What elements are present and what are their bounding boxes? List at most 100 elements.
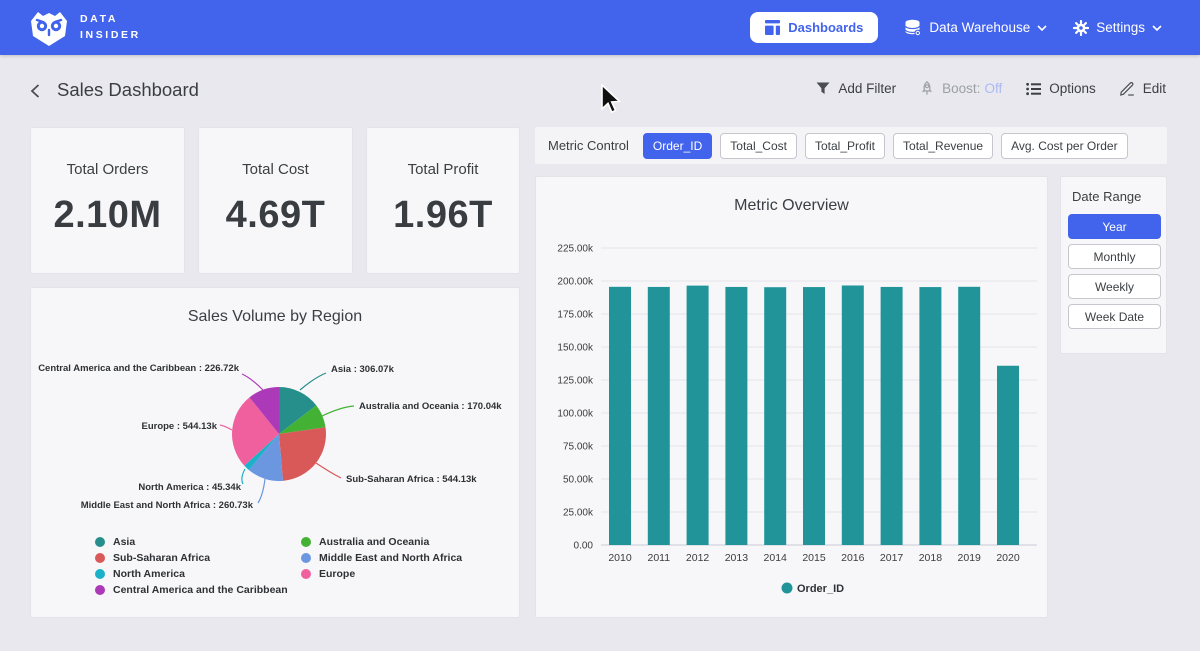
x-tick-label: 2016 [841, 552, 865, 564]
y-tick-label: 0.00 [574, 541, 594, 552]
options-label: Options [1049, 81, 1096, 96]
legend-item-north-america[interactable]: North America [95, 568, 291, 580]
pie-label-line [300, 373, 326, 390]
bar-chart-title: Metric Overview [536, 177, 1047, 215]
kpi-card-total-profit: Total Profit 1.96T [366, 127, 520, 274]
bar-2010[interactable] [609, 287, 631, 545]
data-warehouse-label: Data Warehouse [929, 20, 1030, 35]
bar-chart-legend[interactable]: Order_ID [782, 583, 845, 596]
y-tick-label: 75.00k [563, 442, 594, 453]
bar-2020[interactable] [997, 366, 1019, 545]
boost-label: Boost: [942, 81, 980, 96]
legend-dot [95, 585, 105, 595]
header-toolbar: Add Filter Boost: Off Options [816, 81, 1166, 96]
options-button[interactable]: Options [1026, 81, 1096, 96]
gear-icon [1073, 20, 1089, 36]
metric-button-total-revenue[interactable]: Total_Revenue [893, 133, 993, 159]
pie-label-line [322, 406, 354, 416]
page-header: Sales Dashboard Add Filter Boost: Off [0, 55, 1200, 117]
y-tick-label: 225.00k [557, 244, 594, 255]
x-tick-label: 2018 [919, 552, 943, 564]
x-tick-label: 2012 [686, 552, 710, 564]
settings-menu[interactable]: Settings [1073, 20, 1162, 36]
x-tick-label: 2011 [648, 552, 671, 564]
boost-state: Off [984, 81, 1002, 96]
metric-button-total-profit[interactable]: Total_Profit [805, 133, 885, 159]
bar-2012[interactable] [687, 286, 709, 545]
legend-item-middle-east-and-north-africa[interactable]: Middle East and North Africa [301, 552, 462, 564]
bar-2015[interactable] [803, 287, 825, 545]
pie-slice-label: North America : 45.34k [138, 482, 241, 493]
metric-button-avg-cost-per-order[interactable]: Avg. Cost per Order [1001, 133, 1128, 159]
pie-slice-sub-saharan-africa[interactable] [279, 427, 326, 481]
list-options-icon [1026, 82, 1041, 96]
pie-chart-title: Sales Volume by Region [31, 288, 519, 326]
dashboards-button[interactable]: Dashboards [750, 12, 878, 43]
kpi-value: 1.96T [367, 194, 519, 237]
top-navbar: DATA INSIDER Dashboards Data Warehouse [0, 0, 1200, 55]
legend-item-sub-saharan-africa[interactable]: Sub-Saharan Africa [95, 552, 291, 564]
legend-dot [95, 537, 105, 547]
kpi-label: Total Profit [367, 161, 519, 178]
legend-dot [301, 553, 311, 563]
y-tick-label: 175.00k [557, 310, 594, 321]
legend-item-europe[interactable]: Europe [301, 568, 462, 580]
edit-button[interactable]: Edit [1120, 81, 1166, 96]
back-button[interactable] [26, 82, 46, 102]
sales-volume-by-region-card: Sales Volume by Region Asia : 306.07kAus… [30, 287, 520, 618]
legend-dot [301, 537, 311, 547]
x-tick-label: 2020 [996, 552, 1020, 564]
bar-2017[interactable] [881, 287, 903, 545]
rocket-icon [920, 81, 934, 96]
date-range-weekly-button[interactable]: Weekly [1068, 274, 1161, 299]
metric-control-label: Metric Control [548, 138, 629, 153]
bar-2016[interactable] [842, 285, 864, 545]
legend-dot [782, 583, 793, 594]
settings-label: Settings [1096, 20, 1145, 35]
legend-item-asia[interactable]: Asia [95, 536, 291, 548]
date-range-panel: Date Range Year Monthly Weekly Week Date [1060, 176, 1167, 354]
pie-label-line [316, 463, 341, 478]
bar-2018[interactable] [919, 287, 941, 545]
y-tick-label: 200.00k [557, 277, 594, 288]
legend-dot [95, 569, 105, 579]
x-tick-label: 2019 [958, 552, 982, 564]
pie-slice-label: Middle East and North Africa : 260.73k [81, 500, 254, 511]
metric-button-order-id[interactable]: Order_ID [643, 133, 712, 159]
date-range-year-button[interactable]: Year [1068, 214, 1161, 239]
pie-label-line [242, 469, 245, 484]
x-tick-label: 2015 [802, 552, 826, 564]
legend-label: Order_ID [797, 583, 844, 595]
bar-2013[interactable] [725, 287, 747, 545]
bar-2011[interactable] [648, 287, 670, 545]
pie-legend: Asia Australia and Oceania Sub-Saharan A… [95, 536, 462, 596]
add-filter-button[interactable]: Add Filter [816, 81, 896, 96]
brand-logo[interactable]: DATA INSIDER [28, 9, 141, 47]
x-tick-label: 2010 [608, 552, 632, 564]
date-range-label: Date Range [1072, 189, 1159, 204]
pie-label-line [242, 374, 263, 390]
bar-2019[interactable] [958, 287, 980, 545]
kpi-value: 2.10M [31, 194, 184, 237]
boost-toggle[interactable]: Boost: Off [920, 81, 1002, 96]
owl-logo-icon [28, 9, 70, 47]
legend-item-australia-and-oceania[interactable]: Australia and Oceania [301, 536, 462, 548]
metric-overview-card: Metric Overview 0.0025.00k50.00k75.00k10… [535, 176, 1048, 618]
add-filter-label: Add Filter [838, 81, 896, 96]
bar-chart: 0.0025.00k50.00k75.00k100.00k125.00k150.… [539, 225, 1044, 617]
pie-slice-label: Sub-Saharan Africa : 544.13k [346, 474, 477, 485]
dashboards-label: Dashboards [788, 20, 863, 35]
pie-chart: Asia : 306.07kAustralia and Oceania : 17… [31, 333, 521, 533]
edit-label: Edit [1143, 81, 1166, 96]
metric-button-total-cost[interactable]: Total_Cost [720, 133, 797, 159]
kpi-card-total-orders: Total Orders 2.10M [30, 127, 185, 274]
legend-item-central-america-and-the-caribbean[interactable]: Central America and the Caribbean [95, 584, 291, 596]
bar-2014[interactable] [764, 287, 786, 545]
metric-control-bar: Metric Control Order_ID Total_Cost Total… [535, 127, 1167, 164]
legend-dot [301, 569, 311, 579]
kpi-value: 4.69T [199, 194, 352, 237]
date-range-week-date-button[interactable]: Week Date [1068, 304, 1161, 329]
data-warehouse-menu[interactable]: Data Warehouse [904, 19, 1047, 37]
date-range-monthly-button[interactable]: Monthly [1068, 244, 1161, 269]
pie-label-line [220, 425, 232, 430]
